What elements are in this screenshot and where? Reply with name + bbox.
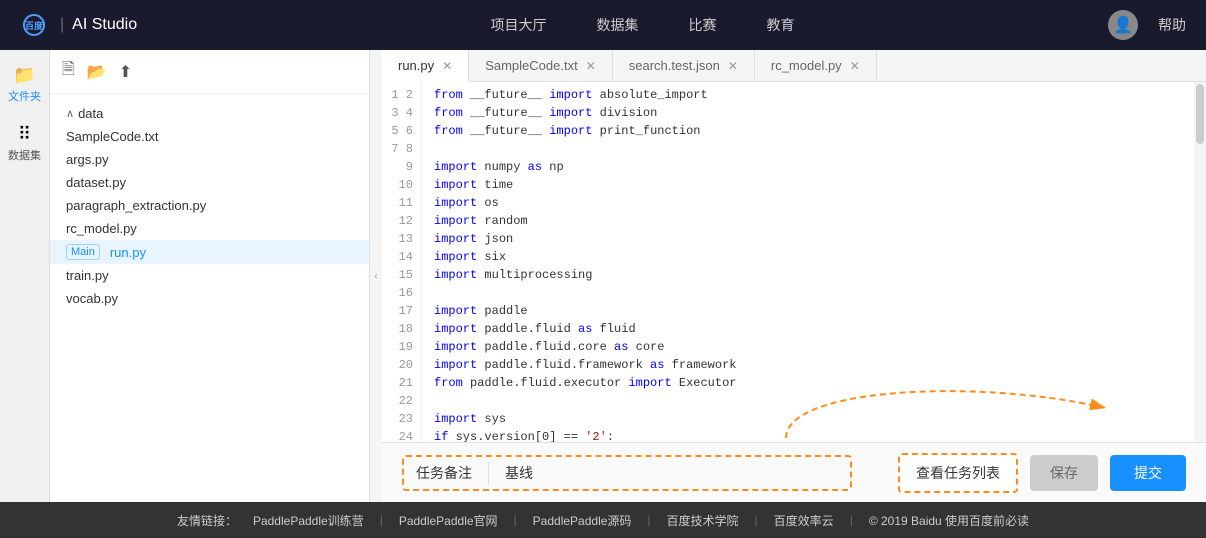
upload-icon[interactable]: ⬆ <box>119 62 132 82</box>
file-toolbar: 🗎 📂 ⬆ <box>50 50 369 94</box>
file-samplecode[interactable]: SampleCode.txt <box>50 125 369 148</box>
view-tasks-button[interactable]: 查看任务列表 <box>898 453 1018 493</box>
nav-projects[interactable]: 项目大厅 <box>491 15 547 35</box>
new-file-icon[interactable]: 🗎 <box>62 58 75 85</box>
datasets-label: 数据集 <box>8 147 41 163</box>
footer: 友情链接： PaddlePaddle训练营 | PaddlePaddle官网 |… <box>0 502 1206 538</box>
sidebar-item-datasets[interactable]: ⠿ 数据集 <box>3 119 46 168</box>
main-badge: Main <box>66 244 100 260</box>
baidu-logo: 百度 <box>20 14 52 36</box>
datasets-icon: ⠿ <box>18 124 31 145</box>
file-paragraph[interactable]: paragraph_extraction.py <box>50 194 369 217</box>
tab-samplecode-close[interactable]: ✕ <box>586 59 596 73</box>
code-content[interactable]: from __future__ import absolute_import f… <box>422 82 1194 442</box>
task-note-label: 任务备注 <box>416 463 472 483</box>
nav-menu: 项目大厅 数据集 比赛 教育 <box>177 15 1108 35</box>
tab-search-json-close[interactable]: ✕ <box>728 59 738 73</box>
tab-search-json[interactable]: search.test.json ✕ <box>613 50 755 81</box>
file-run[interactable]: Main run.py <box>50 240 369 264</box>
tab-samplecode[interactable]: SampleCode.txt ✕ <box>469 50 613 81</box>
footer-baiduyun[interactable]: 百度效率云 <box>774 512 834 529</box>
footer-paddlesrc[interactable]: PaddlePaddle源码 <box>533 512 632 529</box>
footer-div4: | <box>755 513 758 527</box>
bottom-bar: 任务备注 基线 查看任务列表 保存 提交 <box>382 442 1206 502</box>
studio-label: AI Studio <box>72 16 137 34</box>
top-navigation: 百度 | AI Studio 项目大厅 数据集 比赛 教育 👤 帮助 <box>0 0 1206 50</box>
footer-copyright: © 2019 Baidu 使用百度前必读 <box>869 512 1029 529</box>
new-folder-icon[interactable]: 📂 <box>87 62 107 82</box>
collapse-arrow-icon: ∧ <box>66 107 74 120</box>
line-numbers: 1 2 3 4 5 6 7 8 9 10 11 12 13 14 15 16 1… <box>382 82 422 442</box>
tab-rc-model[interactable]: rc_model.py ✕ <box>755 50 877 81</box>
tab-samplecode-label: SampleCode.txt <box>485 58 578 73</box>
avatar[interactable]: 👤 <box>1108 10 1138 40</box>
bottom-actions: 查看任务列表 保存 提交 <box>898 453 1186 493</box>
tab-run-py-label: run.py <box>398 58 434 73</box>
input-divider <box>488 461 489 485</box>
scrollbar[interactable] <box>1194 82 1206 442</box>
footer-div2: | <box>514 513 517 527</box>
file-vocab[interactable]: vocab.py <box>50 287 369 310</box>
footer-paddleofficial[interactable]: PaddlePaddle官网 <box>399 512 498 529</box>
file-train[interactable]: train.py <box>50 264 369 287</box>
nav-right-section: 👤 帮助 <box>1108 10 1186 40</box>
folder-data[interactable]: ∧ data <box>50 102 369 125</box>
collapse-handle[interactable]: ‹ <box>370 50 382 502</box>
nav-datasets[interactable]: 数据集 <box>597 15 639 35</box>
footer-div5: | <box>850 513 853 527</box>
main-area: 📁 文件夹 ⠿ 数据集 🗎 📂 ⬆ ∧ data SampleCode.txt … <box>0 50 1206 502</box>
footer-div3: | <box>647 513 650 527</box>
editor-tabs: run.py ✕ SampleCode.txt ✕ search.test.js… <box>382 50 1206 82</box>
code-editor[interactable]: 1 2 3 4 5 6 7 8 9 10 11 12 13 14 15 16 1… <box>382 82 1206 442</box>
baseline-input[interactable] <box>549 465 838 481</box>
file-rcmodel[interactable]: rc_model.py <box>50 217 369 240</box>
save-button[interactable]: 保存 <box>1030 455 1098 491</box>
footer-paddlecamp[interactable]: PaddlePaddle训练营 <box>253 512 364 529</box>
folder-name: data <box>78 106 103 121</box>
footer-baiduacademy[interactable]: 百度技术学院 <box>667 512 739 529</box>
footer-prefix: 友情链接： <box>177 512 237 529</box>
scrollbar-thumb[interactable] <box>1196 84 1204 144</box>
footer-div1: | <box>380 513 383 527</box>
nav-divider: | <box>60 16 64 34</box>
logo: 百度 | AI Studio <box>20 14 137 36</box>
file-tree: ∧ data SampleCode.txt args.py dataset.py… <box>50 94 369 502</box>
tab-run-py-close[interactable]: ✕ <box>442 59 452 73</box>
help-link[interactable]: 帮助 <box>1158 15 1186 35</box>
tab-rc-model-close[interactable]: ✕ <box>850 59 860 73</box>
tab-search-json-label: search.test.json <box>629 58 720 73</box>
baseline-label: 基线 <box>505 463 533 483</box>
nav-competitions[interactable]: 比赛 <box>689 15 717 35</box>
nav-education[interactable]: 教育 <box>767 15 795 35</box>
submit-button[interactable]: 提交 <box>1110 455 1186 491</box>
folder-icon: 📁 <box>13 65 35 86</box>
editor-area: run.py ✕ SampleCode.txt ✕ search.test.js… <box>382 50 1206 502</box>
sidebar-item-files[interactable]: 📁 文件夹 <box>3 60 46 109</box>
files-label: 文件夹 <box>8 88 41 104</box>
svg-text:百度: 百度 <box>25 20 44 31</box>
file-args[interactable]: args.py <box>50 148 369 171</box>
file-dataset[interactable]: dataset.py <box>50 171 369 194</box>
tab-run-py[interactable]: run.py ✕ <box>382 50 469 82</box>
tab-rc-model-label: rc_model.py <box>771 58 842 73</box>
file-panel: 🗎 📂 ⬆ ∧ data SampleCode.txt args.py data… <box>50 50 370 502</box>
task-input-group: 任务备注 基线 <box>402 455 852 491</box>
run-filename: run.py <box>110 245 146 260</box>
icon-sidebar: 📁 文件夹 ⠿ 数据集 <box>0 50 50 502</box>
